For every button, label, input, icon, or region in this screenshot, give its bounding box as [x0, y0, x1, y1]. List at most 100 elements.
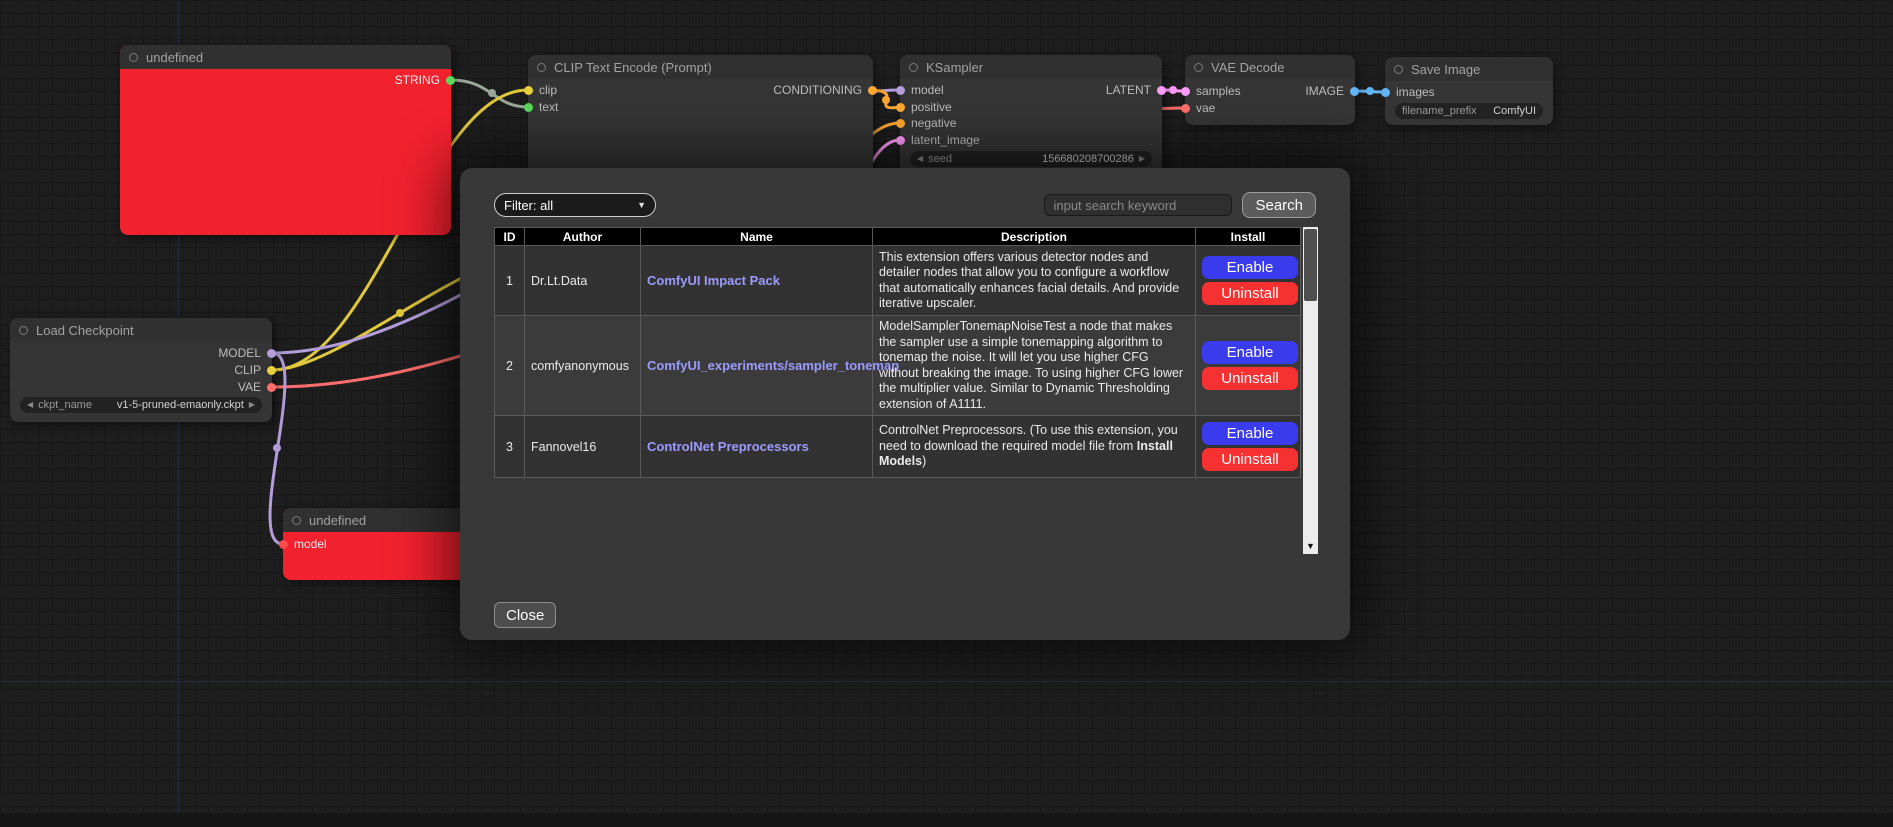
input-model: model — [896, 83, 944, 97]
seed-widget-label: seed — [928, 153, 952, 165]
node-title-bar[interactable]: VAE Decode — [1185, 55, 1355, 79]
string-output-pin[interactable] — [446, 76, 455, 85]
positive-input-pin[interactable] — [896, 103, 905, 112]
scrollbar-thumb[interactable] — [1304, 229, 1317, 301]
canvas-origin-horizontal-line — [0, 681, 1893, 682]
header-id: ID — [495, 228, 525, 246]
ckpt-name-label: ckpt_name — [38, 399, 92, 411]
table-scrollbar[interactable]: ▼ — [1303, 227, 1318, 554]
input-text: text — [524, 100, 558, 114]
filename-prefix-value: ComfyUI — [1493, 105, 1536, 117]
filter-select-value: Filter: all — [504, 198, 553, 213]
output-clip: CLIP — [234, 363, 276, 377]
extension-name-link[interactable]: ComfyUI Impact Pack — [647, 273, 780, 288]
collapse-dot-icon[interactable] — [129, 53, 138, 62]
model-input-pin[interactable] — [279, 540, 288, 549]
node-title-bar[interactable]: Load Checkpoint — [10, 318, 272, 342]
decrement-arrow-icon[interactable]: ◀ — [917, 155, 923, 163]
node-load-checkpoint[interactable]: Load Checkpoint MODEL CLIP VAE ◀ ckpt_na… — [10, 318, 272, 422]
node-title-bar[interactable]: undefined — [120, 45, 451, 69]
enable-button[interactable]: Enable — [1202, 341, 1298, 364]
negative-input-pin[interactable] — [896, 119, 905, 128]
node-undefined-top[interactable]: undefined STRING — [120, 45, 451, 235]
samples-input-pin[interactable] — [1181, 87, 1190, 96]
increment-arrow-icon[interactable]: ▶ — [1139, 155, 1145, 163]
node-title: undefined — [146, 50, 203, 65]
collapse-dot-icon[interactable] — [537, 63, 546, 72]
dialog-toolbar: Filter: all ▼ Search — [494, 192, 1316, 218]
model-output-pin[interactable] — [267, 349, 276, 358]
uninstall-button[interactable]: Uninstall — [1202, 282, 1298, 305]
enable-button[interactable]: Enable — [1202, 256, 1298, 279]
node-save-image[interactable]: Save Image images filename_prefix ComfyU… — [1385, 57, 1553, 125]
node-title-bar[interactable]: Save Image — [1385, 57, 1553, 81]
node-title-bar[interactable]: KSampler — [900, 55, 1162, 79]
images-input-pin[interactable] — [1381, 88, 1390, 97]
header-description: Description — [873, 228, 1196, 246]
vae-input-pin[interactable] — [1181, 104, 1190, 113]
close-button[interactable]: Close — [494, 602, 556, 628]
header-author: Author — [525, 228, 641, 246]
node-vae-decode[interactable]: VAE Decode samples vae IMAGE — [1185, 55, 1355, 125]
node-title-bar[interactable]: CLIP Text Encode (Prompt) — [528, 55, 873, 79]
search-input[interactable] — [1044, 194, 1232, 216]
wire-dot — [1169, 86, 1177, 94]
latent-output-pin[interactable] — [1157, 86, 1166, 95]
extension-author: comfyanonymous — [525, 316, 641, 416]
extension-id: 2 — [495, 316, 525, 416]
node-title: CLIP Text Encode (Prompt) — [554, 60, 712, 75]
collapse-dot-icon[interactable] — [19, 326, 28, 335]
extension-name-link[interactable]: ControlNet Preprocessors — [647, 439, 809, 454]
scrollbar-down-arrow-icon[interactable]: ▼ — [1303, 539, 1318, 553]
node-title: Load Checkpoint — [36, 323, 134, 338]
enable-button[interactable]: Enable — [1202, 422, 1298, 445]
input-samples: samples — [1181, 84, 1241, 98]
image-output-pin[interactable] — [1350, 87, 1359, 96]
extension-description: This extension offers various detector n… — [873, 246, 1196, 316]
model-input-pin[interactable] — [896, 86, 905, 95]
node-title: Save Image — [1411, 62, 1480, 77]
conditioning-output-pin[interactable] — [868, 86, 877, 95]
output-image: IMAGE — [1305, 84, 1359, 98]
uninstall-button[interactable]: Uninstall — [1202, 448, 1298, 471]
collapse-dot-icon[interactable] — [1394, 65, 1403, 74]
clip-input-pin[interactable] — [524, 86, 533, 95]
search-button[interactable]: Search — [1242, 192, 1316, 218]
canvas-bottom-band — [0, 813, 1893, 827]
collapse-dot-icon[interactable] — [1194, 63, 1203, 72]
chevron-down-icon: ▼ — [637, 200, 646, 210]
filename-prefix-widget[interactable]: filename_prefix ComfyUI — [1395, 103, 1543, 119]
node-graph-canvas[interactable]: undefined STRING CLIP Text Encode (Promp… — [0, 0, 1893, 827]
extension-description: ModelSamplerTonemapNoiseTest a node that… — [873, 316, 1196, 416]
wire-dot — [1366, 87, 1374, 95]
header-name: Name — [641, 228, 873, 246]
clip-output-pin[interactable] — [267, 366, 276, 375]
input-model: model — [279, 537, 327, 551]
table-row: 1 Dr.Lt.Data ComfyUI Impact Pack This ex… — [495, 246, 1301, 316]
text-input-pin[interactable] — [524, 103, 533, 112]
filter-select[interactable]: Filter: all ▼ — [494, 193, 656, 217]
node-title: undefined — [309, 513, 366, 528]
extension-description: ControlNet Preprocessors. (To use this e… — [873, 416, 1196, 478]
collapse-dot-icon[interactable] — [292, 516, 301, 525]
ckpt-name-widget[interactable]: ◀ ckpt_name v1-5-pruned-emaonly.ckpt ▶ — [20, 397, 262, 413]
latent-image-input-pin[interactable] — [896, 136, 905, 145]
seed-widget[interactable]: ◀ seed 156680208700286 ▶ — [910, 151, 1152, 167]
extensions-table-zone: ID Author Name Description Install 1 Dr.… — [494, 227, 1316, 554]
output-model: MODEL — [218, 346, 276, 360]
header-install: Install — [1196, 228, 1301, 246]
seed-widget-value: 156680208700286 — [1042, 153, 1134, 165]
extension-id: 3 — [495, 416, 525, 478]
filename-prefix-label: filename_prefix — [1402, 105, 1477, 117]
output-vae: VAE — [238, 380, 276, 394]
extension-author: Dr.Lt.Data — [525, 246, 641, 316]
collapse-dot-icon[interactable] — [909, 63, 918, 72]
ckpt-name-value: v1-5-pruned-emaonly.ckpt — [117, 399, 244, 411]
extension-name-link[interactable]: ComfyUI_experiments/sampler_tonemap — [647, 358, 899, 373]
vae-output-pin[interactable] — [267, 383, 276, 392]
input-images: images — [1381, 85, 1435, 99]
extensions-table: ID Author Name Description Install 1 Dr.… — [494, 227, 1301, 478]
next-arrow-icon[interactable]: ▶ — [249, 401, 255, 409]
previous-arrow-icon[interactable]: ◀ — [27, 401, 33, 409]
uninstall-button[interactable]: Uninstall — [1202, 367, 1298, 390]
